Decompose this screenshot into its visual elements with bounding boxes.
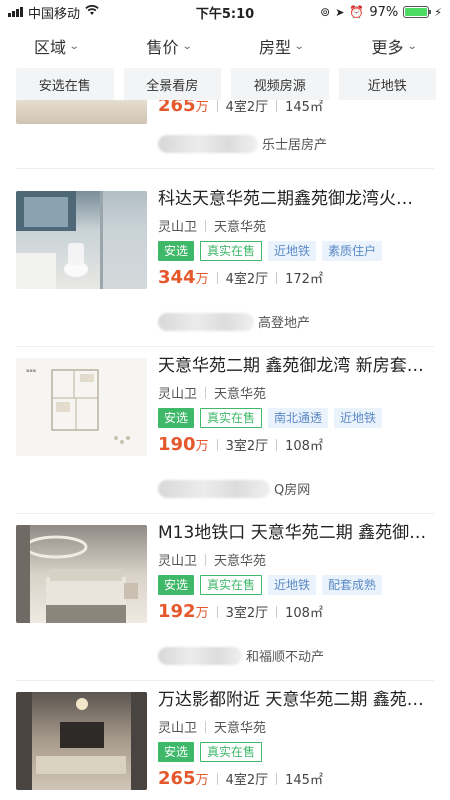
tag-real: 真实在售 bbox=[200, 408, 263, 428]
listing-photo bbox=[16, 525, 147, 623]
alarm-icon: ⏰ bbox=[349, 5, 365, 19]
listing-photo bbox=[16, 692, 147, 790]
listing-rooms: 4室2厅 bbox=[225, 272, 269, 287]
signal-icon bbox=[8, 7, 23, 17]
chevron-down-icon: ⌄ bbox=[406, 40, 418, 52]
listing-price: 192万 bbox=[158, 601, 209, 622]
blurred-agent-name bbox=[158, 134, 258, 153]
tag-real: 真实在售 bbox=[200, 241, 263, 261]
tag-feature: 南北通透 bbox=[268, 408, 329, 428]
filter-layout-label: 房型 bbox=[259, 38, 292, 57]
filter-more-label: 更多 bbox=[371, 38, 404, 57]
listing-title: 万达影都附近 天意华苑二期 鑫苑… bbox=[158, 690, 424, 710]
listing-tags: 安选 真实在售 南北通透 近地铁 bbox=[158, 408, 438, 428]
listing-agency[interactable]: 和福顺不动产 bbox=[158, 646, 324, 665]
listing-tags: 安选 真实在售 近地铁 配套成熟 bbox=[158, 575, 438, 595]
listing-rooms: 4室2厅 bbox=[225, 773, 269, 788]
battery-percent: 97% bbox=[369, 4, 399, 20]
listing-area: 172㎡ bbox=[285, 272, 323, 287]
listing-area: 145㎡ bbox=[285, 773, 323, 788]
rotation-lock-icon: ⊚ bbox=[320, 5, 331, 19]
listing-price: 344万 bbox=[158, 267, 209, 288]
blurred-agent-name bbox=[158, 312, 254, 331]
wifi-icon bbox=[85, 4, 99, 19]
listing-agency[interactable]: 乐士居房产 bbox=[158, 134, 327, 153]
svg-text:▪▪▪: ▪▪▪ bbox=[26, 368, 36, 374]
agency-name: 高登地产 bbox=[258, 316, 311, 331]
filter-more[interactable]: 更多 ⌄ bbox=[338, 28, 450, 64]
filter-area-label: 区域 bbox=[34, 38, 67, 57]
listing-price: 190万 bbox=[158, 434, 209, 455]
chevron-down-icon: ⌄ bbox=[293, 40, 305, 52]
listing-photo bbox=[16, 191, 147, 289]
tag-feature: 素质住户 bbox=[322, 241, 383, 261]
quick-tag-video[interactable]: 视频房源 bbox=[231, 68, 329, 100]
filter-area[interactable]: 区域 ⌄ bbox=[0, 28, 113, 64]
tag-feature: 配套成熟 bbox=[322, 575, 383, 595]
tag-anxuan: 安选 bbox=[158, 408, 195, 428]
carrier-label: 中国移动 bbox=[28, 6, 81, 22]
listing-area: 108㎡ bbox=[285, 606, 323, 621]
quick-tag-panorama[interactable]: 全景看房 bbox=[123, 68, 221, 100]
listing-rooms: 3室2厅 bbox=[225, 606, 269, 621]
listing-title: 天意华苑二期 鑫苑御龙湾 新房套… bbox=[158, 356, 424, 376]
quick-tag-anxuan[interactable]: 安选在售 bbox=[16, 68, 114, 100]
listing-agency[interactable]: Q房网 bbox=[158, 479, 310, 498]
listing-title: 科达天意华苑二期鑫苑御龙湾火… bbox=[158, 189, 413, 209]
listing-title: M13地铁口 天意华苑二期 鑫苑御… bbox=[158, 523, 427, 543]
listing-rooms: 4室2厅 bbox=[225, 100, 269, 115]
battery-icon bbox=[403, 6, 432, 18]
tag-feature: 近地铁 bbox=[268, 575, 317, 595]
tag-anxuan: 安选 bbox=[158, 575, 195, 595]
chevron-down-icon: ⌄ bbox=[181, 40, 193, 52]
agency-name: Q房网 bbox=[274, 483, 311, 498]
location-icon: ➤ bbox=[335, 5, 345, 19]
chevron-down-icon: ⌄ bbox=[68, 40, 80, 52]
listing-location: 灵山卫 天意华苑 bbox=[158, 219, 267, 235]
listing-price: 265万 bbox=[158, 100, 209, 116]
agency-name: 乐士居房产 bbox=[262, 138, 328, 153]
listing-location: 灵山卫 天意华苑 bbox=[158, 386, 267, 402]
charging-icon: ⚡ bbox=[434, 5, 442, 19]
tag-feature: 近地铁 bbox=[334, 408, 383, 428]
listing-agency[interactable]: 高登地产 bbox=[158, 312, 310, 331]
listing-location: 灵山卫 天意华苑 bbox=[158, 553, 267, 569]
listing-tags: 安选 真实在售 近地铁 素质住户 bbox=[158, 241, 438, 261]
tag-anxuan: 安选 bbox=[158, 742, 195, 762]
listing-rooms: 3室2厅 bbox=[225, 439, 269, 454]
quick-tag-subway[interactable]: 近地铁 bbox=[338, 68, 436, 100]
listing-area: 108㎡ bbox=[285, 439, 323, 454]
listing-tags: 安选 真实在售 bbox=[158, 742, 438, 762]
listing-photo bbox=[16, 100, 147, 124]
status-bar: 中国移动 下午5:10 ⊚ ➤ ⏰ 97% ⚡ bbox=[0, 0, 450, 24]
tag-real: 真实在售 bbox=[200, 742, 263, 762]
filter-price-label: 售价 bbox=[146, 38, 179, 57]
blurred-agent-name bbox=[158, 479, 270, 498]
filter-price[interactable]: 售价 ⌄ bbox=[113, 28, 226, 64]
filter-bar: 区域 ⌄ 售价 ⌄ 房型 ⌄ 更多 ⌄ bbox=[0, 28, 450, 64]
blurred-agent-name bbox=[158, 646, 242, 665]
filter-layout[interactable]: 房型 ⌄ bbox=[225, 28, 338, 64]
tag-real: 真实在售 bbox=[200, 575, 263, 595]
listing-price: 265万 bbox=[158, 768, 209, 789]
listing-location: 灵山卫 天意华苑 bbox=[158, 720, 267, 736]
listing-area: 145㎡ bbox=[285, 100, 323, 115]
listing-photo: ▪▪▪ bbox=[16, 358, 147, 456]
tag-anxuan: 安选 bbox=[158, 241, 195, 261]
tag-feature: 近地铁 bbox=[268, 241, 317, 261]
listing-list: 265万 4室2厅 145㎡ 乐士居房产 科达天意华苑二期鑫苑御龙湾火… 灵山卫… bbox=[0, 100, 450, 800]
quick-tags: 安选在售 全景看房 视频房源 近地铁 bbox=[16, 68, 436, 100]
agency-name: 和福顺不动产 bbox=[246, 650, 325, 665]
